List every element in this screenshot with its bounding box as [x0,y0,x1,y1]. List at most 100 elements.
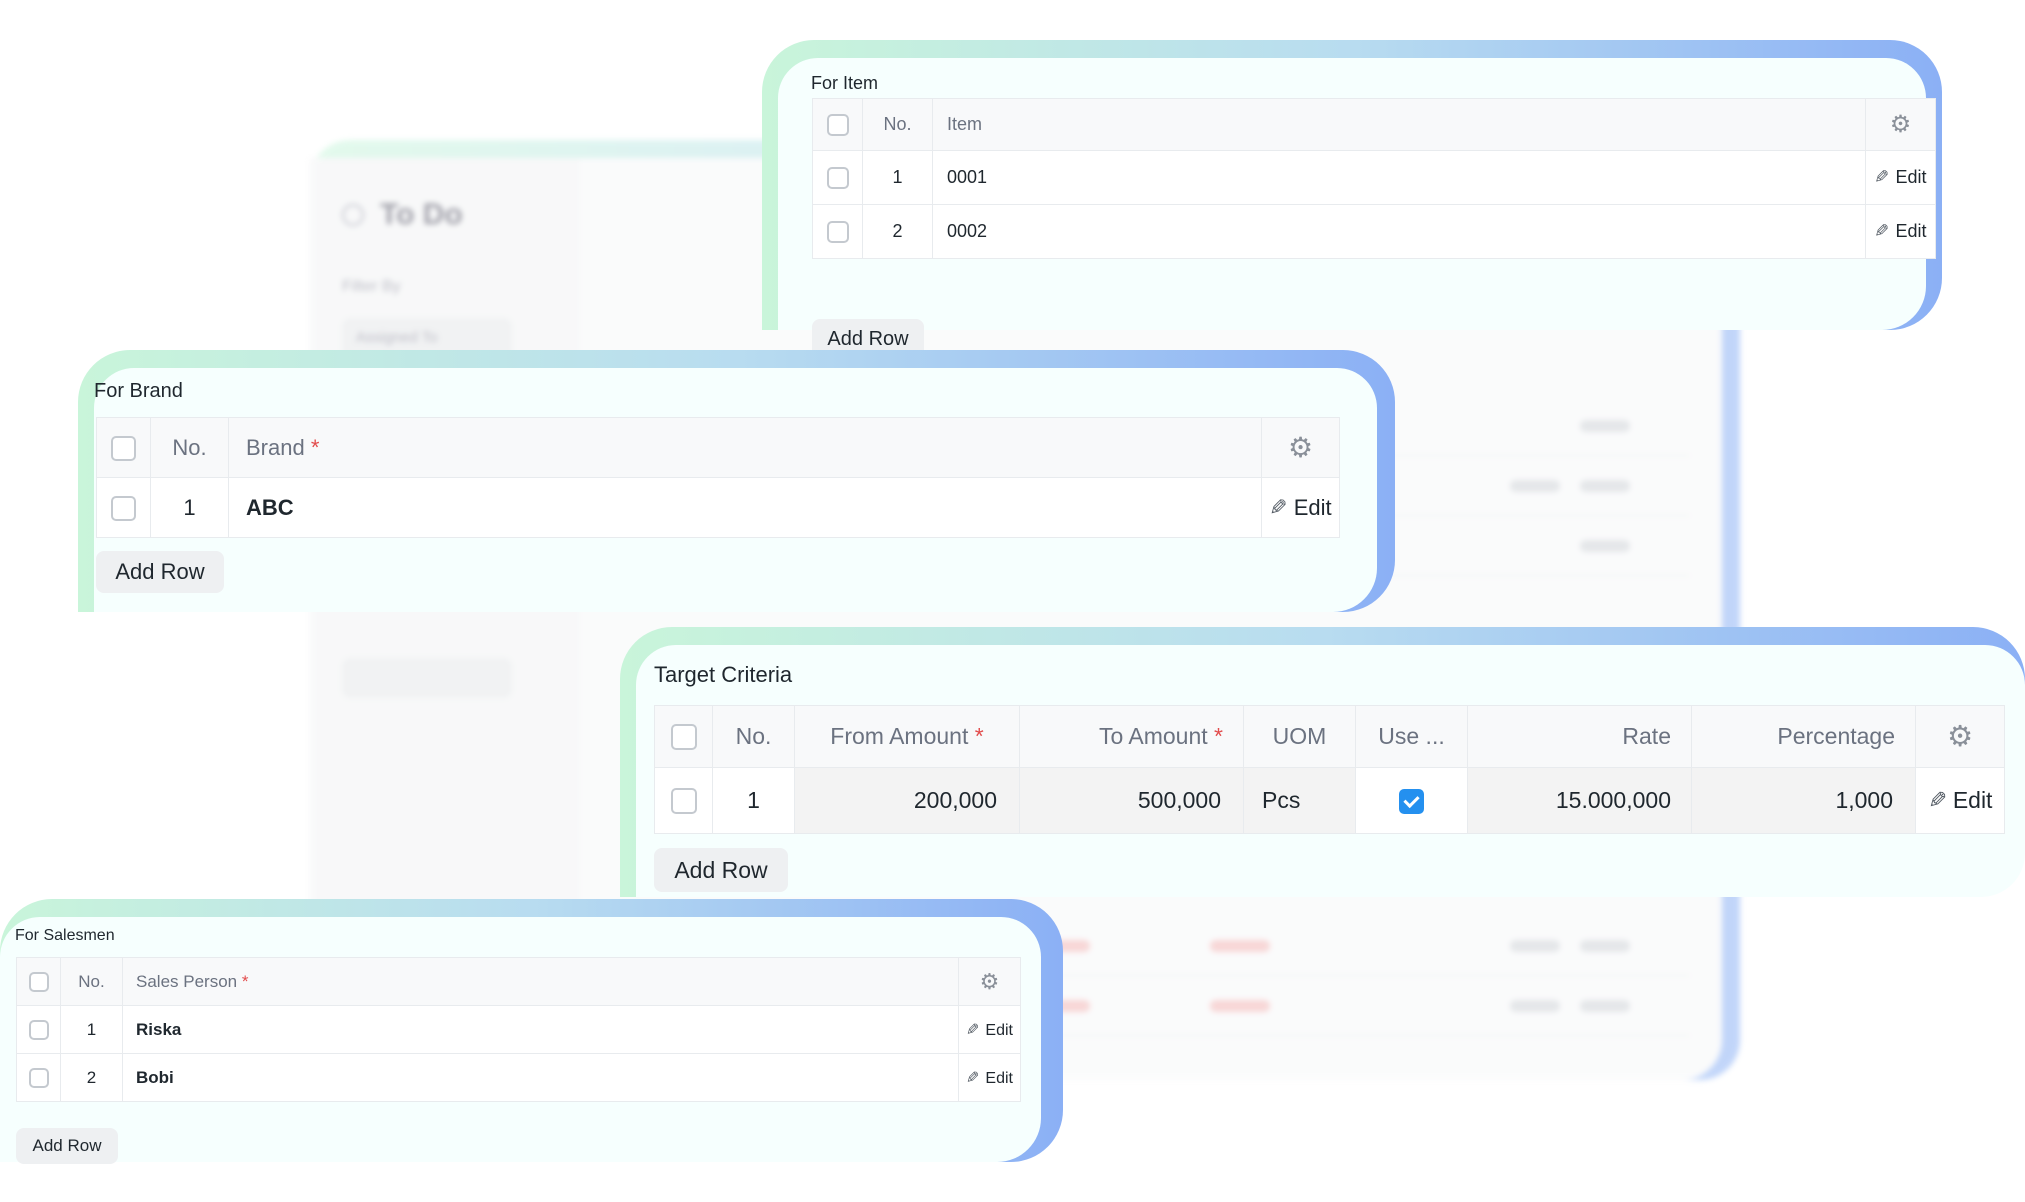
header-select-all[interactable] [96,417,151,478]
column-settings[interactable]: ⚙ [1915,705,2005,768]
use-checkbox[interactable] [1399,789,1424,815]
edit-label[interactable]: Edit [1294,495,1332,520]
row-no: 1 [60,1005,123,1054]
add-row-button[interactable]: Add Row [16,1128,118,1164]
table-row[interactable]: 1 200,000 500,000 Pcs 15.000,000 1,000 ✎… [654,767,2005,834]
pencil-icon: ✎ [1874,167,1890,187]
row-to-amount[interactable]: 500,000 [1019,767,1244,834]
row-no: 2 [60,1053,123,1102]
row-select[interactable] [16,1053,61,1102]
target-criteria-card: Target Criteria No. From Amount * To Amo… [620,627,2025,897]
row-select[interactable] [96,477,151,538]
row-select[interactable] [812,204,863,259]
gear-icon[interactable]: ⚙ [1890,110,1912,139]
header-sales-person-label: Sales Person [136,971,238,991]
table-row[interactable]: 1 0001 ✎ Edit [812,150,1936,205]
header-brand-label: Brand [246,434,305,460]
column-settings[interactable]: ⚙ [1261,417,1340,478]
pencil-icon: ✎ [966,1021,980,1039]
pencil-icon: ✎ [1874,221,1890,241]
table-row[interactable]: 1 Riska ✎ Edit [16,1005,1021,1054]
row-select[interactable] [654,767,713,834]
row-select[interactable] [812,150,863,205]
header-no: No. [60,957,123,1006]
table-header-row: No. Brand * ⚙ [96,417,1340,478]
required-marker: * [1214,723,1223,749]
row-edit-button[interactable]: ✎ Edit [1865,204,1936,259]
header-item: Item [932,98,1866,151]
header-sales-person: Sales Person * [122,957,959,1006]
pencil-icon: ✎ [1269,494,1288,520]
header-select-all[interactable] [16,957,61,1006]
header-select-all[interactable] [812,98,863,151]
checkbox[interactable] [670,724,697,751]
row-item[interactable]: 0002 [932,204,1866,259]
required-marker: * [974,723,984,749]
pencil-icon: ✎ [1927,787,1947,813]
row-edit-button[interactable]: ✎ Edit [1261,477,1340,538]
header-brand: Brand * [228,417,1262,478]
brand-table: No. Brand * ⚙ 1 ABC ✎ Edit [96,417,1340,538]
edit-label[interactable]: Edit [985,1070,1013,1087]
gear-icon[interactable]: ⚙ [980,969,1000,995]
row-uom[interactable]: Pcs [1243,767,1356,834]
row-select[interactable] [16,1005,61,1054]
checkbox[interactable] [28,971,49,992]
table-row[interactable]: 2 Bobi ✎ Edit [16,1053,1021,1102]
column-settings[interactable]: ⚙ [1865,98,1936,151]
edit-label[interactable]: Edit [1953,787,1993,813]
column-settings[interactable]: ⚙ [958,957,1021,1006]
checkbox[interactable] [826,113,849,136]
row-edit-button[interactable]: ✎ Edit [958,1053,1021,1102]
row-percentage[interactable]: 1,000 [1691,767,1916,834]
checkbox[interactable] [670,788,697,815]
header-percentage: Percentage [1691,705,1916,768]
row-rate[interactable]: 15.000,000 [1467,767,1692,834]
edit-label[interactable]: Edit [1896,167,1927,187]
brand-section-title: For Brand [94,380,183,402]
add-row-button[interactable]: Add Row [96,551,224,593]
row-brand[interactable]: ABC [228,477,1262,538]
salesmen-card: For Salesmen No. Sales Person * ⚙ 1 Risk… [0,899,1063,1164]
checkbox[interactable] [28,1067,49,1088]
row-from-amount[interactable]: 200,000 [794,767,1020,834]
checkbox[interactable] [826,166,849,189]
checkbox[interactable] [28,1019,49,1040]
header-no: No. [712,705,795,768]
row-sales-person[interactable]: Riska [122,1005,959,1054]
header-to-amount: To Amount * [1019,705,1244,768]
add-row-button[interactable]: Add Row [654,848,788,892]
target-criteria-table: No. From Amount * To Amount * UOM Use ..… [654,705,2005,834]
table-header-row: No. From Amount * To Amount * UOM Use ..… [654,705,2005,768]
background-title: To Do [380,198,463,231]
item-table: No. Item ⚙ 1 0001 ✎ Edit 2 0002 ✎ Edit [812,98,1936,259]
edit-label[interactable]: Edit [985,1022,1013,1039]
target-section-title: Target Criteria [654,662,793,687]
checkbox[interactable] [826,220,849,243]
item-card: For Item No. Item ⚙ 1 0001 ✎ Edit 2 0002 … [762,40,1942,359]
brand-card: For Brand No. Brand * ⚙ 1 ABC ✎ Edit Add … [78,350,1395,612]
row-edit-button[interactable]: ✎ Edit [958,1005,1021,1054]
table-row[interactable]: 2 0002 ✎ Edit [812,204,1936,259]
header-use: Use ... [1355,705,1468,768]
row-no: 1 [862,150,933,205]
edit-label[interactable]: Edit [1896,221,1927,241]
row-use[interactable] [1355,767,1468,834]
row-item[interactable]: 0001 [932,150,1866,205]
header-select-all[interactable] [654,705,713,768]
background-pill [342,658,512,698]
row-edit-button[interactable]: ✎ Edit [1865,150,1936,205]
row-sales-person[interactable]: Bobi [122,1053,959,1102]
table-row[interactable]: 1 ABC ✎ Edit [96,477,1340,538]
checkbox[interactable] [111,495,136,521]
header-no: No. [862,98,933,151]
pencil-icon: ✎ [966,1069,980,1087]
gear-icon[interactable]: ⚙ [1947,719,1973,754]
row-edit-button[interactable]: ✎ Edit [1915,767,2005,834]
item-section-title: For Item [811,73,879,93]
background-filter-label: Filter By [342,278,401,295]
row-no: 2 [862,204,933,259]
header-rate: Rate [1467,705,1692,768]
gear-icon[interactable]: ⚙ [1288,431,1313,464]
checkbox[interactable] [111,435,136,461]
